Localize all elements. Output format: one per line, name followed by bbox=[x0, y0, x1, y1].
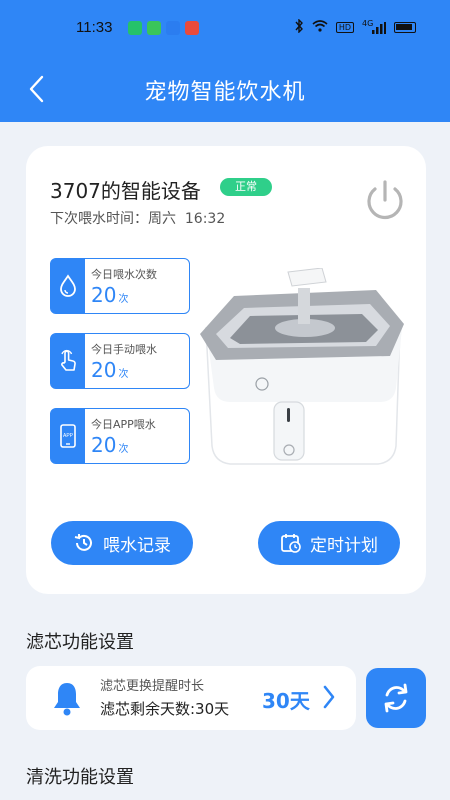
app-icon bbox=[166, 21, 180, 35]
stat-unit: 次 bbox=[118, 444, 129, 455]
svg-text:APP: APP bbox=[63, 433, 74, 439]
stat-today-feeding-count: 今日喂水次数 20 次 bbox=[50, 258, 190, 314]
cleaning-section-title: 清洗功能设置 bbox=[26, 767, 134, 788]
status-bar: 11:33 HD 4G bbox=[0, 0, 450, 56]
stat-unit: 次 bbox=[118, 369, 129, 380]
status-time: 11:33 bbox=[76, 19, 113, 36]
chevron-right-icon bbox=[322, 684, 336, 714]
page-title: 宠物智能饮水机 bbox=[144, 80, 306, 105]
hand-tap-icon bbox=[51, 334, 85, 388]
next-time-value: 周六 16:32 bbox=[148, 211, 226, 227]
wifi-icon bbox=[312, 20, 328, 35]
messages-icon bbox=[128, 21, 142, 35]
stat-today-app-feeding: APP 今日APP喂水 20 次 bbox=[50, 408, 190, 464]
filter-remaining-days: 滤芯剩余天数:30天 bbox=[100, 700, 230, 718]
water-fountain-image bbox=[190, 267, 420, 476]
stat-number: 20 bbox=[91, 283, 117, 307]
stat-today-manual-feeding: 今日手动喂水 20 次 bbox=[50, 333, 190, 389]
refresh-icon bbox=[384, 683, 408, 713]
filter-reset-button[interactable] bbox=[366, 668, 426, 728]
next-time-label: 下次喂水时间： bbox=[50, 211, 148, 227]
feeding-history-button[interactable]: 喂水记录 bbox=[51, 521, 193, 565]
schedule-plan-button[interactable]: 定时计划 bbox=[258, 521, 400, 565]
history-icon bbox=[74, 534, 92, 551]
system-status-icons: HD 4G bbox=[294, 18, 416, 36]
status-badge: 正常 bbox=[220, 178, 272, 196]
stat-value: 20 次 bbox=[91, 283, 128, 307]
hd-badge: HD bbox=[335, 22, 354, 33]
feeding-history-label: 喂水记录 bbox=[103, 535, 171, 556]
stat-label: 今日手动喂水 bbox=[91, 343, 157, 356]
stat-unit: 次 bbox=[118, 294, 129, 305]
stat-value: 20 次 bbox=[91, 433, 128, 457]
phone-app-icon: APP bbox=[51, 409, 85, 463]
water-drop-icon bbox=[51, 259, 85, 313]
filter-reminder-row[interactable]: 滤芯更换提醒时长 滤芯剩余天数:30天 30天 bbox=[26, 666, 356, 730]
stat-number: 20 bbox=[91, 433, 117, 457]
calendar-clock-icon bbox=[281, 534, 301, 553]
battery-icon bbox=[394, 22, 416, 33]
device-name: 3707的智能设备 bbox=[50, 179, 201, 203]
bluetooth-icon bbox=[294, 18, 304, 36]
next-feeding-time: 下次喂水时间：周六 16:32 bbox=[50, 208, 225, 228]
app-icon bbox=[185, 21, 199, 35]
power-icon bbox=[367, 180, 403, 220]
signal-icon: 4G bbox=[362, 19, 386, 34]
power-button[interactable] bbox=[360, 176, 410, 226]
schedule-plan-label: 定时计划 bbox=[310, 535, 378, 556]
device-card: 3707的智能设备 正常 下次喂水时间：周六 16:32 今日喂水次数 20 次 … bbox=[26, 146, 426, 594]
stat-label: 今日APP喂水 bbox=[91, 418, 156, 431]
filter-reminder-label: 滤芯更换提醒时长 bbox=[100, 679, 205, 694]
filter-section-title: 滤芯功能设置 bbox=[26, 632, 134, 653]
notification-icons bbox=[128, 21, 199, 35]
stat-number: 20 bbox=[91, 358, 117, 382]
stat-value: 20 次 bbox=[91, 358, 128, 382]
stat-label: 今日喂水次数 bbox=[91, 268, 157, 281]
wechat-icon bbox=[147, 21, 161, 35]
bell-icon bbox=[52, 680, 82, 720]
filter-days-value: 30天 bbox=[262, 689, 310, 713]
